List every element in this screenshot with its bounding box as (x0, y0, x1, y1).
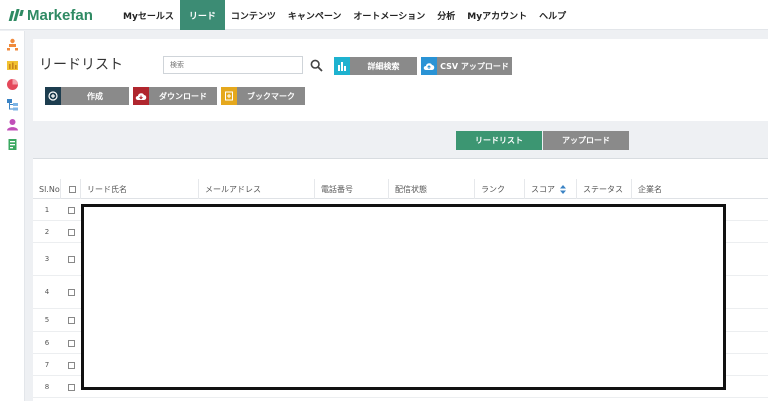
redacted-area (81, 204, 726, 390)
lead-table: Sl.No リード氏名 メールアドレス 電話番号 配信状態 ランク スコア ステ… (33, 158, 768, 401)
table-header: Sl.No リード氏名 メールアドレス 電話番号 配信状態 ランク スコア ステ… (33, 179, 768, 199)
bookmark-button[interactable]: ブックマーク (221, 87, 305, 105)
folder-chart-icon[interactable] (6, 58, 19, 71)
create-label: 作成 (87, 91, 103, 101)
csv-upload-label: CSV アップロード (440, 61, 509, 71)
create-button[interactable]: 作成 (45, 87, 129, 105)
document-icon[interactable] (6, 138, 19, 151)
nav-contents[interactable]: コンテンツ (225, 0, 282, 30)
search-icon[interactable] (310, 59, 323, 72)
logo-text: Markefan (27, 6, 93, 24)
row-checkbox[interactable] (68, 289, 75, 296)
row-checkbox[interactable] (68, 340, 75, 347)
nav-help[interactable]: ヘルプ (533, 0, 572, 30)
row-number: 2 (44, 228, 50, 236)
row-number: 4 (44, 288, 50, 296)
column-no: Sl.No (33, 179, 61, 199)
row-checkbox[interactable] (68, 256, 75, 263)
nav-automation[interactable]: オートメーション (347, 0, 431, 30)
left-sidebar (0, 31, 25, 401)
user-icon[interactable] (6, 118, 19, 131)
column-delivery-status[interactable]: 配信状態 (389, 179, 475, 199)
select-all-cell (61, 179, 81, 199)
logo-mark-icon (8, 9, 24, 21)
bookmark-label: ブックマーク (247, 91, 295, 101)
nav-campaign[interactable]: キャンペーン (282, 0, 348, 30)
cloud-upload-icon (421, 57, 437, 75)
advanced-search-button[interactable]: 詳細検索 (334, 57, 417, 75)
row-number: 8 (44, 383, 50, 391)
hierarchy-icon[interactable] (6, 98, 19, 111)
org-chart-icon[interactable] (6, 38, 19, 51)
row-number: 5 (44, 316, 50, 324)
row-number: 3 (44, 255, 50, 263)
tab-upload[interactable]: アップロード (543, 131, 629, 150)
cloud-download-icon (133, 87, 149, 105)
column-name[interactable]: リード氏名 (81, 179, 199, 199)
csv-upload-button[interactable]: CSV アップロード (421, 57, 512, 75)
column-score[interactable]: スコア (525, 179, 577, 199)
download-label: ダウンロード (159, 91, 207, 101)
row-checkbox[interactable] (68, 229, 75, 236)
nav-my-sales[interactable]: Myセールス (117, 0, 180, 30)
row-number: 6 (44, 339, 50, 347)
plus-circle-icon (45, 87, 61, 105)
select-all-checkbox[interactable] (69, 185, 76, 193)
nav-my-account[interactable]: Myアカウント (461, 0, 533, 30)
download-button[interactable]: ダウンロード (133, 87, 217, 105)
row-number: 7 (44, 361, 50, 369)
bookmark-icon (221, 87, 237, 105)
column-score-label: スコア (531, 184, 555, 194)
page-title: リードリスト (39, 56, 123, 72)
column-status[interactable]: ステータス (577, 179, 632, 199)
row-checkbox[interactable] (68, 317, 75, 324)
column-rank[interactable]: ランク (475, 179, 525, 199)
bar-chart-icon (334, 57, 350, 75)
pie-chart-icon[interactable] (6, 78, 19, 91)
advanced-search-label: 詳細検索 (367, 61, 400, 71)
lead-list-header-panel: リードリスト 詳細検索 CSV アップロード 作成 ダウンロード ブックマーク (33, 39, 768, 121)
tab-lead-list[interactable]: リードリスト (456, 131, 542, 150)
row-checkbox[interactable] (68, 362, 75, 369)
column-email[interactable]: メールアドレス (199, 179, 315, 199)
nav-analytics[interactable]: 分析 (431, 0, 461, 30)
row-number: 1 (44, 206, 50, 214)
top-navigation: Markefan Myセールス リード コンテンツ キャンペーン オートメーショ… (0, 0, 768, 30)
column-company[interactable]: 企業名 (632, 179, 768, 199)
search-input[interactable] (163, 56, 303, 74)
nav-leads[interactable]: リード (179, 0, 225, 30)
row-checkbox[interactable] (68, 384, 75, 391)
sort-icon[interactable] (560, 184, 566, 194)
row-checkbox[interactable] (68, 207, 75, 214)
column-phone[interactable]: 電話番号 (315, 179, 389, 199)
main-menu: Myセールス リード コンテンツ キャンペーン オートメーション 分析 Myアカ… (117, 0, 572, 30)
markefan-logo[interactable]: Markefan (8, 6, 93, 24)
